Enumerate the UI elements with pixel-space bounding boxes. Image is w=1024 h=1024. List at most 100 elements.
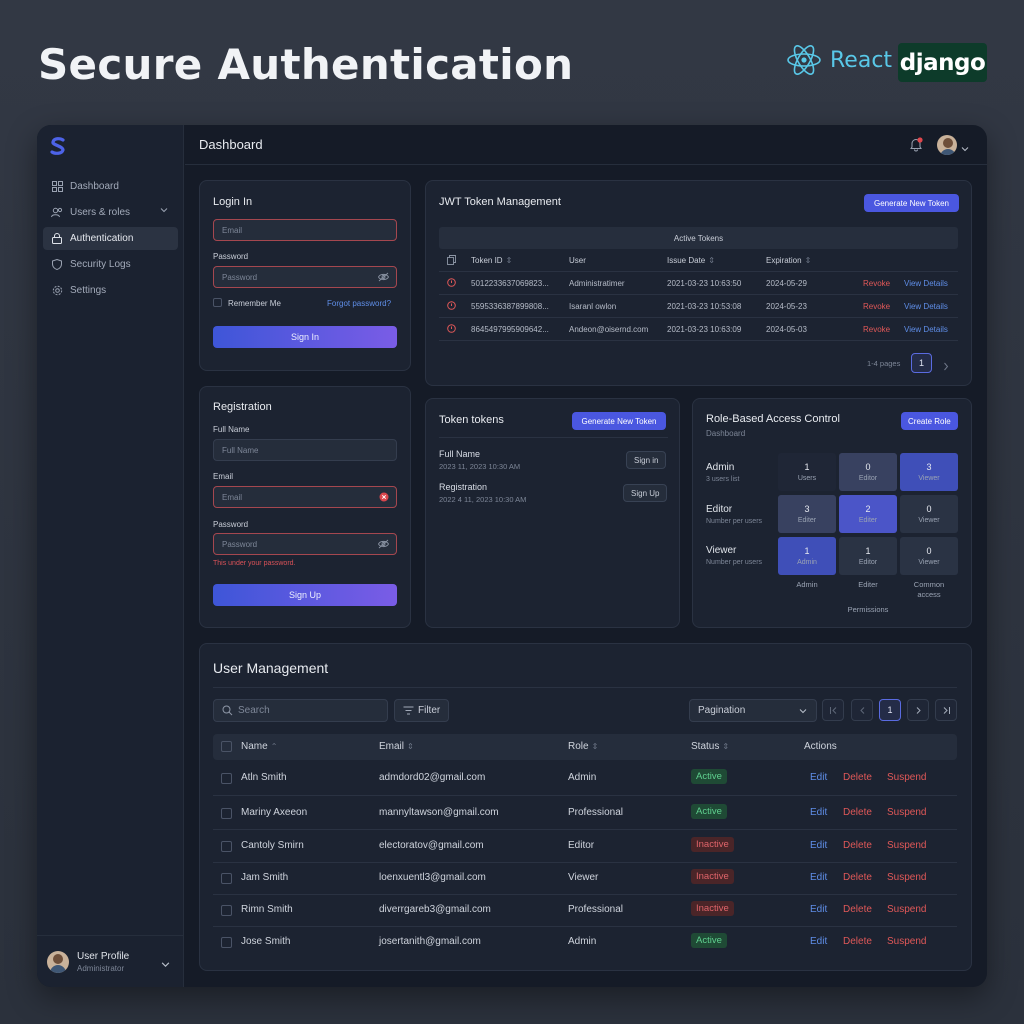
sign-up-button[interactable]: Sign Up [623, 484, 668, 502]
suspend-button[interactable]: Suspend [887, 840, 926, 851]
chevrons-left-icon [829, 706, 836, 714]
edit-button[interactable]: Edit [810, 936, 827, 947]
prev-page-button[interactable] [851, 699, 873, 721]
permission-cell[interactable]: 3 Viewer [900, 453, 958, 491]
sidebar-item-settings[interactable]: Settings [43, 279, 178, 302]
generate-token-button[interactable]: Generate New Token [572, 412, 666, 430]
status-badge: Active [691, 933, 727, 948]
col-issue-date[interactable]: Issue Date ⇕ [667, 256, 715, 265]
password-field[interactable]: Password [213, 266, 397, 288]
password-field[interactable]: Password [213, 533, 397, 555]
col-role[interactable]: Role ⇕ [568, 741, 598, 752]
delete-button[interactable]: Delete [843, 807, 872, 818]
permission-cell[interactable]: 0 Editor [839, 453, 897, 491]
column-label: Admin [796, 580, 818, 589]
suspend-button[interactable]: Suspend [887, 936, 926, 947]
page-button[interactable]: 1 [911, 353, 932, 373]
status-badge: Active [691, 804, 727, 819]
chevron-right-icon[interactable] [942, 358, 950, 376]
sidebar-item-dashboard[interactable]: Dashboard [43, 175, 178, 198]
status-badge: Inactive [691, 837, 734, 852]
token-status-icon [447, 324, 456, 335]
row-checkbox[interactable] [221, 841, 232, 852]
pagination-select[interactable]: Pagination [689, 699, 817, 722]
email-field[interactable]: Email [213, 219, 397, 241]
first-page-button[interactable] [822, 699, 844, 721]
page-button[interactable]: 1 [879, 699, 901, 721]
row-checkbox[interactable] [221, 873, 232, 884]
sidebar-item-security-logs[interactable]: Security Logs [43, 253, 178, 276]
revoke-button[interactable]: Revoke [863, 325, 890, 334]
revoke-button[interactable]: Revoke [863, 279, 890, 288]
user-profile[interactable]: User Profile Administrator [37, 935, 184, 987]
suspend-button[interactable]: Suspend [887, 904, 926, 915]
create-role-button[interactable]: Create Role [901, 412, 958, 430]
search-input[interactable]: Search [213, 699, 388, 722]
remember-checkbox[interactable] [213, 298, 222, 307]
token-status-icon [447, 301, 456, 312]
fullname-field[interactable]: Full Name [213, 439, 397, 461]
edit-button[interactable]: Edit [810, 807, 827, 818]
token-card: Token tokens Generate New Token Full Nam… [425, 398, 680, 628]
chevron-down-icon[interactable] [161, 956, 170, 974]
permission-cell[interactable]: 0 Viewer [900, 537, 958, 575]
delete-button[interactable]: Delete [843, 840, 872, 851]
permission-cell[interactable]: 1 Admin [778, 537, 836, 575]
col-token-id[interactable]: Token ID ⇕ [471, 256, 512, 265]
view-details-link[interactable]: View Details [904, 302, 948, 311]
sidebar-nav: Dashboard Users & roles Authentication S… [43, 175, 178, 305]
eye-off-icon[interactable] [377, 539, 390, 551]
suspend-button[interactable]: Suspend [887, 772, 926, 783]
eye-off-icon[interactable] [377, 272, 390, 284]
suspend-button[interactable]: Suspend [887, 872, 926, 883]
filter-button[interactable]: Filter [394, 699, 449, 722]
delete-button[interactable]: Delete [843, 772, 872, 783]
permission-cell[interactable]: 3 Editer [778, 495, 836, 533]
generate-token-button[interactable]: Generate New Token [864, 194, 959, 212]
sidebar-item-label: Security Logs [70, 259, 131, 270]
chevron-down-icon[interactable] [961, 140, 969, 158]
delete-button[interactable]: Delete [843, 936, 872, 947]
filter-icon [403, 706, 414, 718]
row-checkbox[interactable] [221, 808, 232, 819]
row-checkbox[interactable] [221, 905, 232, 916]
permission-cell[interactable]: 1 Editor [839, 537, 897, 575]
bell-icon[interactable] [909, 137, 923, 157]
sign-up-button[interactable]: Sign Up [213, 584, 397, 606]
permission-cell[interactable]: 0 Viewer [900, 495, 958, 533]
next-page-button[interactable] [907, 699, 929, 721]
last-page-button[interactable] [935, 699, 957, 721]
row-checkbox[interactable] [221, 773, 232, 784]
forgot-password-link[interactable]: Forgot password? [327, 299, 391, 308]
app-logo[interactable] [50, 137, 66, 160]
col-status[interactable]: Status ⇕ [691, 741, 729, 752]
col-name[interactable]: Name ⌃ [241, 741, 277, 752]
suspend-button[interactable]: Suspend [887, 807, 926, 818]
edit-button[interactable]: Edit [810, 904, 827, 915]
revoke-button[interactable]: Revoke [863, 302, 890, 311]
edit-button[interactable]: Edit [810, 840, 827, 851]
permission-cell[interactable]: 2 Editer [839, 495, 897, 533]
sidebar-item-authentication[interactable]: Authentication [43, 227, 178, 250]
select-all-checkbox[interactable] [221, 741, 232, 752]
email-field[interactable]: Email [213, 486, 397, 508]
role-name: Viewer [706, 545, 737, 556]
sign-in-button[interactable]: Sign in [626, 451, 667, 469]
row-checkbox[interactable] [221, 937, 232, 948]
col-email[interactable]: Email ⇕ [379, 741, 414, 752]
edit-button[interactable]: Edit [810, 872, 827, 883]
view-details-link[interactable]: View Details [904, 325, 948, 334]
permission-cell[interactable]: 1 Users [778, 453, 836, 491]
registration-card: Registration Full Name Full Name Email E… [199, 386, 411, 628]
edit-button[interactable]: Edit [810, 772, 827, 783]
delete-button[interactable]: Delete [843, 904, 872, 915]
react-atom-icon [787, 45, 821, 75]
chevron-left-icon [859, 706, 864, 714]
permissions-label: Permissions [847, 605, 889, 614]
col-expiration[interactable]: Expiration ⇕ [766, 256, 811, 265]
sign-in-button[interactable]: Sign In [213, 326, 397, 348]
view-details-link[interactable]: View Details [904, 279, 948, 288]
avatar[interactable] [937, 135, 957, 155]
delete-button[interactable]: Delete [843, 872, 872, 883]
sidebar-item-users[interactable]: Users & roles [43, 201, 178, 224]
